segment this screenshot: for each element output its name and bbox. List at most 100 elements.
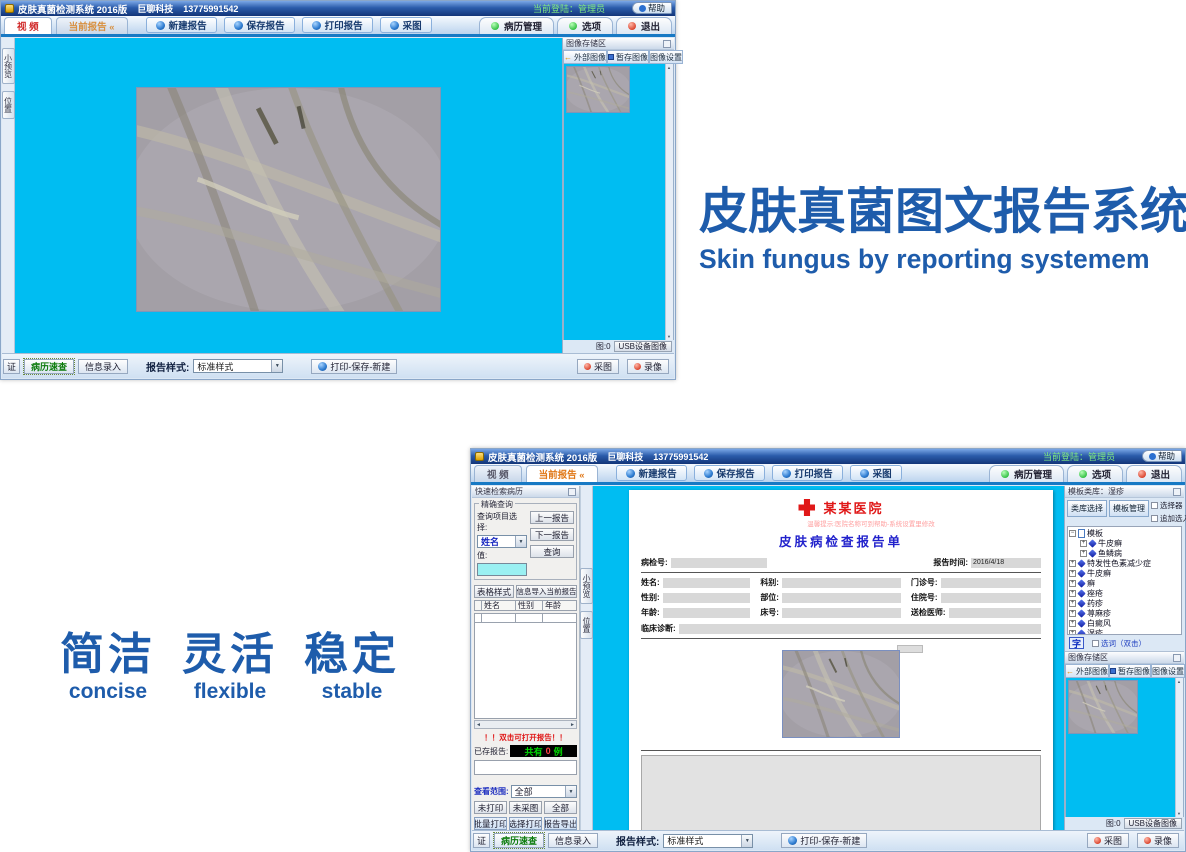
vertical-scrollbar[interactable] <box>665 64 673 340</box>
template-tree[interactable]: 模板 牛皮癣 鱼鳞病 特发性色素减少症 牛皮癣 癣 痤疮 药疹 荨麻疹 白癜风 … <box>1067 526 1182 635</box>
tab-exit[interactable]: 退出 <box>1126 465 1182 482</box>
side-tab-position[interactable]: 位置 <box>2 91 15 119</box>
collapse-icon[interactable] <box>1069 530 1076 537</box>
expand-icon[interactable] <box>1069 570 1076 577</box>
record-video-button[interactable]: 录像 <box>1137 833 1179 848</box>
next-report-button[interactable]: 下一报告 <box>530 528 574 541</box>
select-print-button[interactable]: 选择打印 <box>509 817 542 830</box>
capture-button[interactable]: 采图 <box>850 465 902 481</box>
tab-exit[interactable]: 退出 <box>616 17 672 34</box>
capture-image-button[interactable]: 采图 <box>577 359 619 374</box>
age-field[interactable] <box>663 608 751 618</box>
side-tab-preview[interactable]: 小预览 <box>2 48 15 84</box>
tab-options[interactable]: 选项 <box>557 17 613 34</box>
tab-records[interactable]: 病历管理 <box>479 17 554 34</box>
vertical-scrollbar[interactable] <box>1175 678 1183 817</box>
tree-root[interactable]: 模板 <box>1069 528 1180 538</box>
prev-report-button[interactable]: 上一报告 <box>530 511 574 524</box>
report-style-select[interactable]: 标准样式 <box>663 834 753 848</box>
result-table-row[interactable] <box>474 613 577 623</box>
table-style-button[interactable]: 表格样式 <box>474 585 514 598</box>
print-report-button[interactable]: 打印报告 <box>302 17 373 33</box>
panel-collapse-icon[interactable] <box>1173 488 1181 496</box>
result-list-area[interactable] <box>474 623 577 719</box>
record-video-button[interactable]: 录像 <box>627 359 669 374</box>
append-checkbox[interactable]: 追加选入 <box>1151 513 1186 524</box>
exam-no-field[interactable] <box>671 558 767 568</box>
print-save-new-button[interactable]: 打印-保存-新建 <box>311 359 397 374</box>
capture-image-button[interactable]: 采图 <box>1087 833 1129 848</box>
tab-current-report[interactable]: 当前报告 « <box>526 465 598 482</box>
query-field-select[interactable]: 姓名 <box>477 535 527 548</box>
new-report-button[interactable]: 新建报告 <box>616 465 687 481</box>
pick-word-checkbox[interactable]: 选词（双击） <box>1092 638 1146 649</box>
tree-item[interactable]: 牛皮癣 <box>1080 538 1180 548</box>
info-entry-button[interactable]: 信息录入 <box>548 833 598 848</box>
expand-icon[interactable] <box>1069 600 1076 607</box>
report-style-select[interactable]: 标准样式 <box>193 359 283 373</box>
expand-icon[interactable] <box>1069 560 1076 567</box>
image-settings-button[interactable]: 图像设置 <box>1151 664 1185 678</box>
tree-item[interactable]: 牛皮癣 <box>1069 568 1180 578</box>
uncaptured-button[interactable]: 未采图 <box>509 801 542 814</box>
doctor-field[interactable] <box>949 608 1041 618</box>
thumbnail-image[interactable] <box>1068 680 1138 734</box>
batch-print-button[interactable]: 批量打印 <box>474 817 507 830</box>
tree-item[interactable]: 白癜风 <box>1069 618 1180 628</box>
saved-report-field[interactable] <box>474 760 577 775</box>
help-button[interactable]: 帮助 <box>1142 450 1182 462</box>
temp-image-button[interactable]: 暂存图像 <box>607 50 649 64</box>
import-info-button[interactable]: 信息导入当前报告 <box>516 585 577 598</box>
unprinted-button[interactable]: 未打印 <box>474 801 507 814</box>
save-report-button[interactable]: 保存报告 <box>694 465 765 481</box>
horizontal-scrollbar[interactable] <box>474 720 577 729</box>
query-value-input[interactable] <box>477 563 527 576</box>
tree-item[interactable]: 痤疮 <box>1069 588 1180 598</box>
report-time-field[interactable]: 2016/4/18 <box>971 558 1041 568</box>
site-field[interactable] <box>782 593 901 603</box>
print-report-button[interactable]: 打印报告 <box>772 465 843 481</box>
external-image-button[interactable]: 外部图像 <box>1065 664 1109 678</box>
gender-field[interactable] <box>663 593 751 603</box>
expand-icon[interactable] <box>1080 540 1087 547</box>
video-viewport[interactable] <box>15 38 562 353</box>
expand-icon[interactable] <box>1069 610 1076 617</box>
font-button[interactable]: 字 <box>1069 637 1084 649</box>
tree-item[interactable]: 湿疹 <box>1069 628 1180 635</box>
side-tab-position[interactable]: 位置 <box>580 611 593 639</box>
panel-collapse-icon[interactable] <box>663 40 671 48</box>
new-report-button[interactable]: 新建报告 <box>146 17 217 33</box>
column-age[interactable]: 年龄 <box>543 600 577 611</box>
tree-item[interactable]: 荨麻疹 <box>1069 608 1180 618</box>
diagnosis-field[interactable] <box>679 624 1041 634</box>
external-image-button[interactable]: 外部图像 <box>563 50 607 64</box>
all-button[interactable]: 全部 <box>544 801 577 814</box>
tab-records[interactable]: 病历管理 <box>989 465 1064 482</box>
help-button[interactable]: 帮助 <box>632 2 672 14</box>
view-scope-select[interactable]: 全部 <box>511 785 577 798</box>
tab-options[interactable]: 选项 <box>1067 465 1123 482</box>
expand-icon[interactable] <box>1080 550 1087 557</box>
tree-item[interactable]: 特发性色素减少症 <box>1069 558 1180 568</box>
library-select-button[interactable]: 类库选择 <box>1067 500 1107 517</box>
panel-collapse-icon[interactable] <box>568 488 576 496</box>
report-microscope-image[interactable] <box>782 650 900 738</box>
dept-field[interactable] <box>782 578 901 588</box>
tree-item[interactable]: 鱼鳞病 <box>1080 548 1180 558</box>
bed-no-field[interactable] <box>782 608 901 618</box>
expand-icon[interactable] <box>1069 580 1076 587</box>
info-entry-button[interactable]: 信息录入 <box>78 359 128 374</box>
name-field[interactable] <box>663 578 751 588</box>
image-settings-button[interactable]: 图像设置 <box>649 50 683 64</box>
inpatient-no-field[interactable] <box>941 593 1041 603</box>
print-save-new-button[interactable]: 打印-保存-新建 <box>781 833 867 848</box>
temp-image-button[interactable]: 暂存图像 <box>1109 664 1151 678</box>
cert-button[interactable]: 证 <box>3 359 20 374</box>
quick-search-button[interactable]: 病历速查 <box>494 833 544 848</box>
save-report-button[interactable]: 保存报告 <box>224 17 295 33</box>
report-findings-textarea[interactable] <box>641 755 1041 830</box>
expand-icon[interactable] <box>1069 620 1076 627</box>
column-name[interactable]: 姓名 <box>482 600 516 611</box>
report-page[interactable]: 某某医院 温馨提示:医院名称可到帮助-系统设置里修改 皮肤病检查报告单 病检号:… <box>629 490 1053 830</box>
thumbnail-image[interactable] <box>566 66 630 113</box>
